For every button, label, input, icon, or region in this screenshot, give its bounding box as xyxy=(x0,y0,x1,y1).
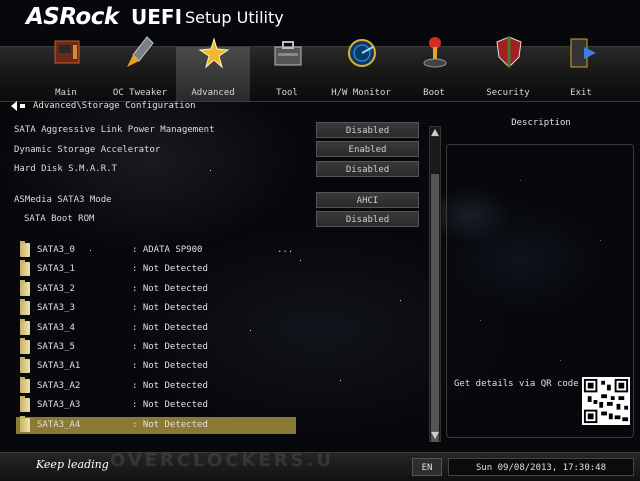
drive-row-sata3-5[interactable]: SATA3_5 : Not Detected xyxy=(16,338,296,356)
drive-status: : Not Detected xyxy=(132,342,208,352)
star-burst-icon xyxy=(198,37,230,69)
drive-status: : Not Detected xyxy=(132,284,208,294)
drive-status: : Not Detected xyxy=(132,400,208,410)
main-board-icon xyxy=(54,40,80,64)
tab-exit[interactable]: Exit xyxy=(544,38,618,101)
shield-icon xyxy=(496,36,522,68)
drive-port: SATA3_A1 xyxy=(37,361,81,371)
tab-label: H/W Monitor xyxy=(331,88,391,98)
drive-port: SATA3_5 xyxy=(37,342,75,352)
folder-icon xyxy=(20,299,30,315)
drive-status: : Not Detected xyxy=(132,264,208,274)
breadcrumb[interactable]: Advanced\Storage Configuration xyxy=(11,101,196,111)
setting-value-sata-boot-rom[interactable]: Disabled xyxy=(316,211,419,227)
setting-label-dynamic-storage-accelerator: Dynamic Storage Accelerator xyxy=(14,145,161,155)
drive-status: : Not Detected xyxy=(132,420,208,430)
main-menu-bar: Main OC Tweaker Advanced Tool H/W Monito… xyxy=(0,36,640,102)
tab-label: Tool xyxy=(276,88,298,98)
setting-value-sata-alpm[interactable]: Disabled xyxy=(316,122,419,138)
drive-row-sata3-a4-selected[interactable]: SATA3_A4 : Not Detected xyxy=(16,416,296,434)
watermark: OVERCLOCKERS.U xyxy=(110,450,334,471)
scroll-thumb[interactable] xyxy=(431,174,439,442)
tab-label: Main xyxy=(55,88,77,98)
drive-port: SATA3_4 xyxy=(37,323,75,333)
drive-status: : ADATA SP900 xyxy=(132,245,203,255)
folder-icon xyxy=(20,396,30,412)
tab-hw-monitor[interactable]: H/W Monitor xyxy=(324,39,398,101)
tab-label: Boot xyxy=(423,88,445,98)
folder-icon xyxy=(20,416,30,432)
folder-icon xyxy=(20,260,30,276)
folder-icon xyxy=(20,338,30,354)
drive-status: : Not Detected xyxy=(132,361,208,371)
folder-icon xyxy=(20,319,30,335)
drive-row-sata3-2[interactable]: SATA3_2 : Not Detected xyxy=(16,280,296,298)
scroll-up-icon[interactable] xyxy=(431,128,439,137)
drive-port: SATA3_1 xyxy=(37,264,75,274)
drive-port: SATA3_0 xyxy=(37,245,75,255)
setting-label-sata-alpm: SATA Aggressive Link Power Management xyxy=(14,125,215,135)
brand-logo: ASRock xyxy=(26,4,119,30)
drive-row-sata3-4[interactable]: SATA3_4 : Not Detected xyxy=(16,319,296,337)
exit-door-icon xyxy=(570,38,596,68)
back-arrow-tail xyxy=(20,104,25,108)
toolbox-icon xyxy=(274,41,302,66)
folder-icon xyxy=(20,377,30,393)
title-bar: ASRock UEFI Setup Utility xyxy=(0,0,640,44)
setting-value-smart[interactable]: Disabled xyxy=(316,161,419,177)
back-arrow-icon[interactable] xyxy=(11,101,17,111)
tab-tool[interactable]: Tool xyxy=(250,41,324,101)
drive-row-sata3-1[interactable]: SATA3_1 : Not Detected xyxy=(16,260,296,278)
tab-boot[interactable]: Boot xyxy=(397,37,471,101)
tab-label: Advanced xyxy=(191,88,235,98)
setup-utility-title: Setup Utility xyxy=(185,8,284,27)
settings-scrollbar[interactable] xyxy=(429,126,441,442)
folder-icon xyxy=(20,357,30,373)
rocket-icon xyxy=(127,36,154,67)
drive-status: : Not Detected xyxy=(132,323,208,333)
drive-status: : Not Detected xyxy=(132,381,208,391)
tab-label: Security xyxy=(486,88,530,98)
tab-main[interactable]: Main xyxy=(29,40,103,101)
drive-row-sata3-a3[interactable]: SATA3_A3 : Not Detected xyxy=(16,396,296,414)
language-button[interactable]: EN xyxy=(412,458,442,476)
drive-row-sata3-a2[interactable]: SATA3_A2 : Not Detected xyxy=(16,377,296,395)
uefi-label: UEFI xyxy=(131,5,183,29)
radar-icon xyxy=(348,39,376,67)
drive-status: : Not Detected xyxy=(132,303,208,313)
drive-port: SATA3_A2 xyxy=(37,381,81,391)
qr-hint: Get details via QR code xyxy=(454,379,579,389)
joystick-icon xyxy=(423,37,447,68)
system-datetime: Sun 09/08/2013, 17:30:48 xyxy=(448,458,634,476)
breadcrumb-path: Advanced\Storage Configuration xyxy=(33,101,196,111)
drive-row-sata3-3[interactable]: SATA3_3 : Not Detected xyxy=(16,299,296,317)
drive-port: SATA3_2 xyxy=(37,284,75,294)
setting-label-asmedia-mode: ASMedia SATA3 Mode xyxy=(14,195,112,205)
drive-port: SATA3_A3 xyxy=(37,400,81,410)
slogan: Keep leading xyxy=(36,458,109,471)
tab-advanced[interactable]: Advanced xyxy=(176,37,250,101)
description-title: Description xyxy=(511,118,571,128)
folder-icon xyxy=(20,241,30,257)
tab-label: Exit xyxy=(570,88,592,98)
setting-label-smart: Hard Disk S.M.A.R.T xyxy=(14,164,117,174)
tab-oc-tweaker[interactable]: OC Tweaker xyxy=(103,36,177,101)
folder-icon xyxy=(20,280,30,296)
drive-row-sata3-0[interactable]: SATA3_0 : ADATA SP900 xyxy=(16,241,296,259)
tab-label: OC Tweaker xyxy=(112,88,168,98)
qr-code-icon xyxy=(582,377,630,425)
drive-row-sata3-a1[interactable]: SATA3_A1 : Not Detected xyxy=(16,357,296,375)
setting-value-asmedia-mode[interactable]: AHCI xyxy=(316,192,419,208)
setting-label-sata-boot-rom: SATA Boot ROM xyxy=(24,214,95,224)
drive-port: SATA3_A4 xyxy=(37,420,81,430)
drive-port: SATA3_3 xyxy=(37,303,75,313)
tab-security[interactable]: Security xyxy=(471,36,545,101)
setting-value-dynamic-storage-accelerator[interactable]: Enabled xyxy=(316,141,419,157)
